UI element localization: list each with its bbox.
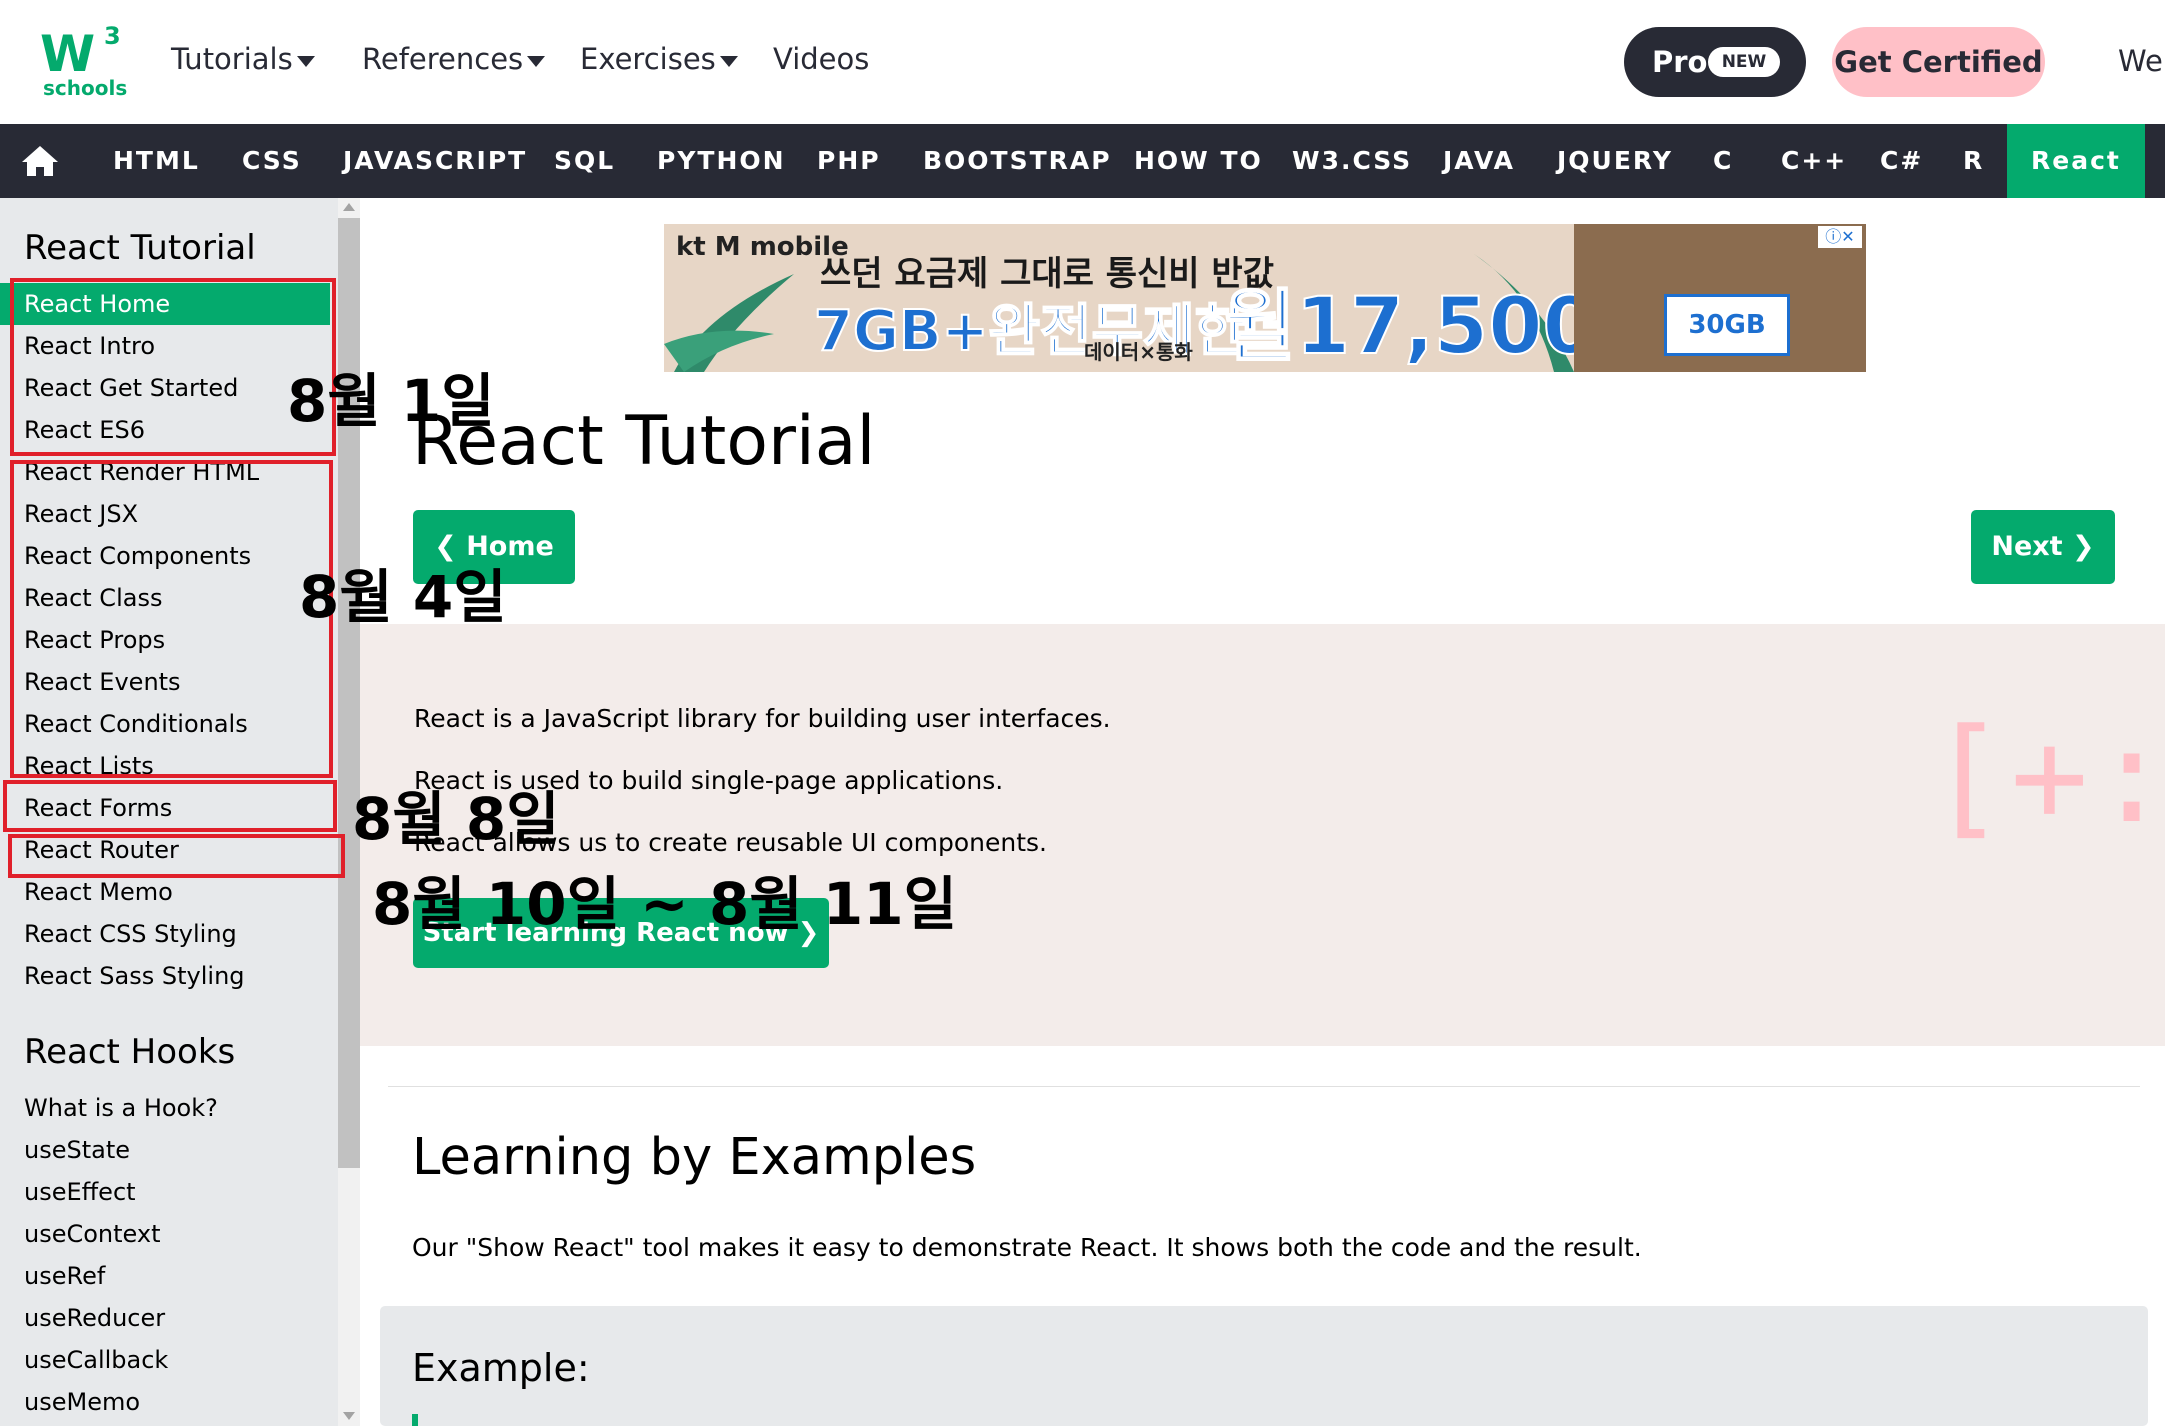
palm-leaf-icon xyxy=(664,274,794,372)
nav-item-sql[interactable]: SQL xyxy=(554,124,615,198)
annotation-box-3 xyxy=(3,780,337,832)
caret-down-icon xyxy=(527,55,546,67)
scroll-up-arrow-icon[interactable] xyxy=(343,203,355,211)
sidebar-item-usecontext[interactable]: useContext xyxy=(0,1213,338,1255)
sidebar-item-label: React CSS Styling xyxy=(24,920,237,948)
nav-references-label: References xyxy=(362,42,524,76)
subject-nav: HTML CSS JAVASCRIPT SQL PYTHON PHP BOOTS… xyxy=(0,124,2165,198)
nav-exercises-label: Exercises xyxy=(580,42,716,76)
section-description: Our "Show React" tool makes it easy to d… xyxy=(412,1233,1642,1262)
annotation-note-2: 8월 4일 xyxy=(299,563,507,631)
nav-web[interactable]: Web xyxy=(2118,44,2165,78)
nav-item-java[interactable]: JAVA xyxy=(1443,124,1515,198)
ad-close-icon[interactable]: ⓘ✕ xyxy=(1818,226,1862,248)
nav-item-c[interactable]: C xyxy=(1713,124,1733,198)
nav-item-r[interactable]: R xyxy=(1963,124,1984,198)
logo-text: schools xyxy=(43,76,128,100)
sidebar-item-sass-styling[interactable]: React Sass Styling xyxy=(0,955,338,997)
annotation-box-4 xyxy=(8,834,345,878)
nav-exercises[interactable]: Exercises xyxy=(580,42,738,76)
example-box: Example: xyxy=(380,1306,2148,1426)
sidebar-item-label: useMemo xyxy=(24,1388,141,1416)
intro-section: React is a JavaScript library for buildi… xyxy=(360,624,2165,1046)
code-border xyxy=(412,1414,418,1426)
top-bar: W 3 schools Tutorials References Exercis… xyxy=(0,0,2165,124)
nav-tutorials[interactable]: Tutorials xyxy=(171,42,315,76)
nav-item-php[interactable]: PHP xyxy=(817,124,881,198)
nav-item-howto[interactable]: HOW TO xyxy=(1134,124,1263,198)
sidebar-item-usecallback[interactable]: useCallback xyxy=(0,1339,338,1381)
sidebar-item-label: useRef xyxy=(24,1262,106,1290)
scroll-down-arrow-icon[interactable] xyxy=(343,1412,355,1420)
nav-item-w3css[interactable]: W3.CSS xyxy=(1292,124,1412,198)
pro-button[interactable]: Pro NEW xyxy=(1624,27,1806,97)
get-certified-button[interactable]: Get Certified xyxy=(1832,27,2045,97)
sidebar-item-label: useContext xyxy=(24,1220,161,1248)
section-title: Learning by Examples xyxy=(412,1128,977,1187)
caret-down-icon xyxy=(296,55,315,67)
sidebar-item-label: useState xyxy=(24,1136,131,1164)
logo-mark: W xyxy=(40,25,95,83)
ad-subtext: 데이터×통화 xyxy=(1084,340,1193,364)
nav-tutorials-label: Tutorials xyxy=(171,42,293,76)
nav-item-python[interactable]: PYTHON xyxy=(657,124,786,198)
nav-item-html[interactable]: HTML xyxy=(113,124,200,198)
pro-label: Pro xyxy=(1652,45,1708,79)
nav-item-jquery[interactable]: JQUERY xyxy=(1557,124,1673,198)
decorative-brackets: [+: xyxy=(1928,700,2165,852)
nav-item-bootstrap[interactable]: BOOTSTRAP xyxy=(923,124,1112,198)
sidebar-item-usememo[interactable]: useMemo xyxy=(0,1381,338,1423)
nav-item-javascript[interactable]: JAVASCRIPT xyxy=(343,124,527,198)
nav-item-csharp[interactable]: C# xyxy=(1880,124,1923,198)
sidebar-heading-tutorial: React Tutorial xyxy=(24,228,256,268)
annotation-note-1: 8월 1일 xyxy=(287,367,495,435)
intro-line: React is a JavaScript library for buildi… xyxy=(414,704,1111,733)
sidebar-item-usestate[interactable]: useState xyxy=(0,1129,338,1171)
ad-coupon: 30GB xyxy=(1664,294,1790,356)
sidebar-item-useeffect[interactable]: useEffect xyxy=(0,1171,338,1213)
sidebar-item-usereducer[interactable]: useReducer xyxy=(0,1297,338,1339)
sidebar-item-label: React Sass Styling xyxy=(24,962,245,990)
annotation-note-4: 8월 10일 ~ 8월 11일 xyxy=(372,870,957,938)
sidebar-item-css-styling[interactable]: React CSS Styling xyxy=(0,913,338,955)
sidebar-item-label: useCallback xyxy=(24,1346,169,1374)
sidebar-item-what-is-hook[interactable]: What is a Hook? xyxy=(0,1087,338,1129)
new-badge: NEW xyxy=(1708,47,1780,77)
nav-videos[interactable]: Videos xyxy=(773,42,869,76)
annotation-box-2 xyxy=(10,460,333,778)
logo-sup: 3 xyxy=(104,22,121,50)
sidebar-item-label: useEffect xyxy=(24,1178,136,1206)
w3schools-logo[interactable]: W 3 schools xyxy=(40,22,130,104)
ad-banner[interactable]: kt M mobile 쓰던 요금제 그대로 통신비 반값 7GB+완전무제한 … xyxy=(664,224,1866,372)
annotation-note-3: 8월 8일 xyxy=(352,785,560,853)
nav-item-css[interactable]: CSS xyxy=(242,124,302,198)
divider xyxy=(388,1086,2140,1087)
sidebar-item-label: React Memo xyxy=(24,878,173,906)
example-label: Example: xyxy=(412,1346,590,1390)
nav-item-react[interactable]: React xyxy=(2007,124,2145,198)
home-icon[interactable] xyxy=(20,144,60,178)
nav-references[interactable]: References xyxy=(362,42,546,76)
sidebar-item-useref[interactable]: useRef xyxy=(0,1255,338,1297)
caret-down-icon xyxy=(719,55,738,67)
sidebar-heading-hooks: React Hooks xyxy=(24,1032,236,1072)
sidebar-item-label: What is a Hook? xyxy=(24,1094,218,1122)
nav-item-cpp[interactable]: C++ xyxy=(1781,124,1847,198)
next-button[interactable]: Next ❯ xyxy=(1971,510,2115,584)
sidebar-item-label: useReducer xyxy=(24,1304,166,1332)
